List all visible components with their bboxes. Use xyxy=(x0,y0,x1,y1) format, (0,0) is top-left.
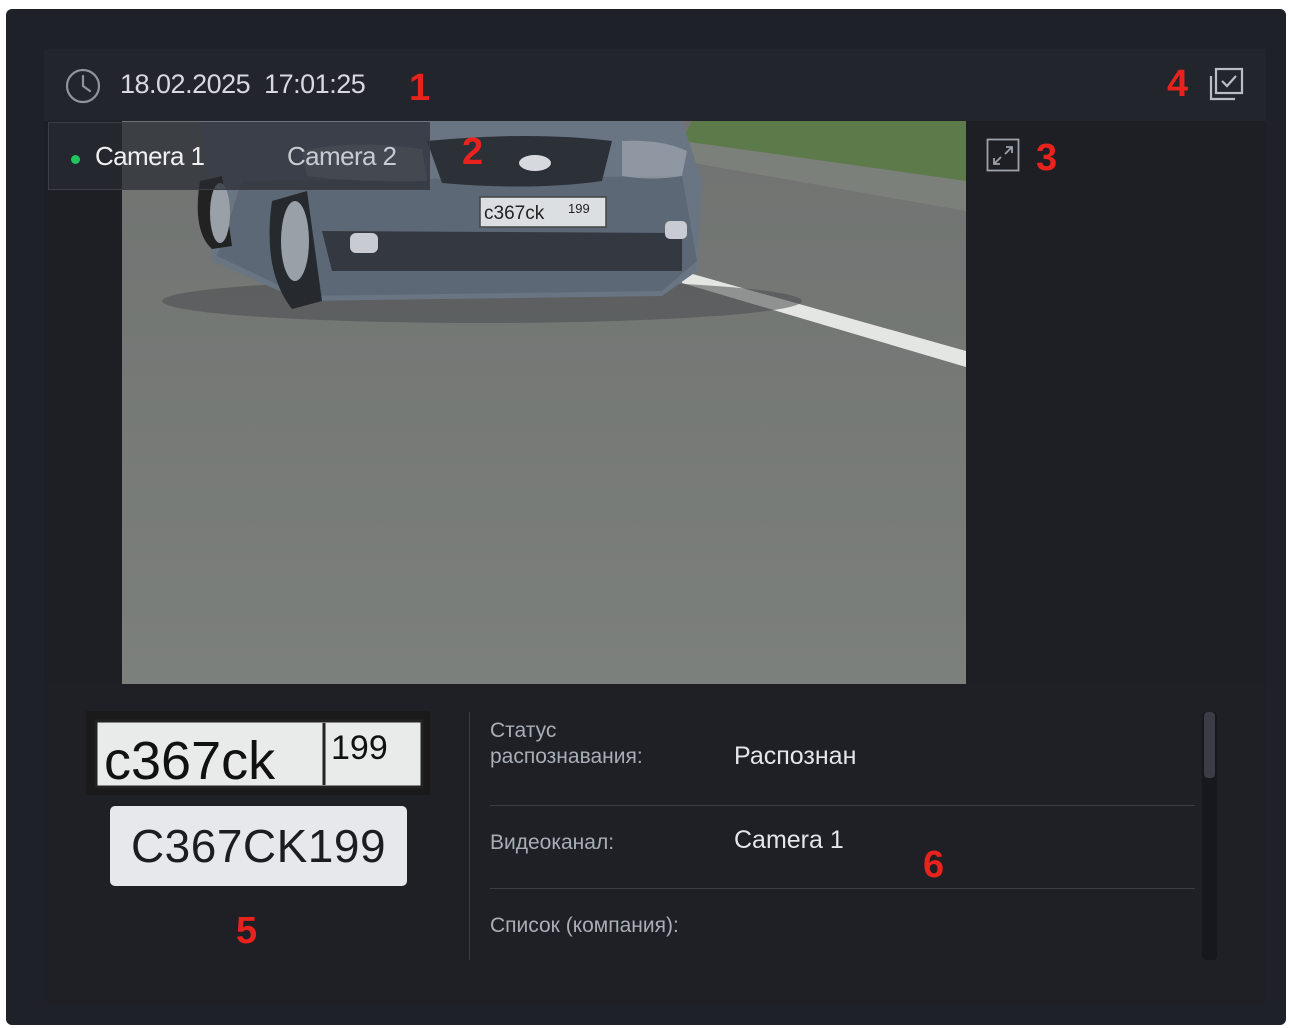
event-header: 18.02.2025 17:01:25 1 4 xyxy=(44,49,1266,121)
channel-label: Видеоканал: xyxy=(490,831,615,854)
details-scrollbar[interactable] xyxy=(1202,712,1217,960)
checkbox-report-icon[interactable] xyxy=(1206,65,1248,105)
scene-plate-text: c367ck xyxy=(484,203,545,224)
tab-camera-2[interactable]: Camera 2 xyxy=(287,141,397,172)
recognized-plate-number: C367CK199 xyxy=(110,806,407,886)
annotation-marker-2: 2 xyxy=(462,131,484,173)
camera-tabs: Camera 1 Camera 2 xyxy=(48,122,430,190)
clock-icon xyxy=(65,68,101,104)
info-row-channel: Видеоканал: Camera 1 xyxy=(490,806,1195,888)
recognition-details: c367ck 199 C367CK199 5 Статус распознава… xyxy=(44,684,1266,1004)
annotation-marker-1: 1 xyxy=(409,67,431,109)
plate-crop-number: c367ck xyxy=(104,731,276,791)
annotation-marker-5: 5 xyxy=(236,910,258,952)
annotation-marker-3: 3 xyxy=(1036,137,1058,179)
info-row-list: Список (компания): xyxy=(490,889,1195,959)
info-row-status: Статус распознавания: Распознан xyxy=(490,712,1195,802)
tab-camera-1[interactable]: Camera 1 xyxy=(95,141,205,172)
annotation-marker-4: 4 xyxy=(1167,63,1189,105)
status-value: Распознан xyxy=(734,742,857,770)
list-label: Список (компания): xyxy=(490,914,679,937)
event-media-area: c367ck 199 Camera 1 Camera 2 2 3 xyxy=(44,121,1266,684)
event-panel: 18.02.2025 17:01:25 1 4 c367ck 199 Camer… xyxy=(44,49,1266,1004)
annotation-marker-6: 6 xyxy=(923,844,945,886)
camera-scene: c367ck 199 xyxy=(122,121,966,684)
plate-crop-region: 199 xyxy=(331,729,388,767)
plate-crop-image: c367ck 199 xyxy=(86,711,430,795)
expand-icon[interactable] xyxy=(986,138,1020,172)
live-status-indicator xyxy=(71,155,80,164)
event-card-frame: 18.02.2025 17:01:25 1 4 c367ck 199 Camer… xyxy=(6,9,1286,1025)
status-label: Статус распознавания: xyxy=(490,719,643,768)
camera-frame-image: c367ck 199 xyxy=(122,121,966,684)
scrollbar-thumb[interactable] xyxy=(1204,712,1215,778)
details-divider xyxy=(469,712,470,960)
channel-value: Camera 1 xyxy=(734,826,844,854)
event-datetime: 18.02.2025 17:01:25 xyxy=(120,69,366,99)
svg-text:199: 199 xyxy=(568,201,590,216)
